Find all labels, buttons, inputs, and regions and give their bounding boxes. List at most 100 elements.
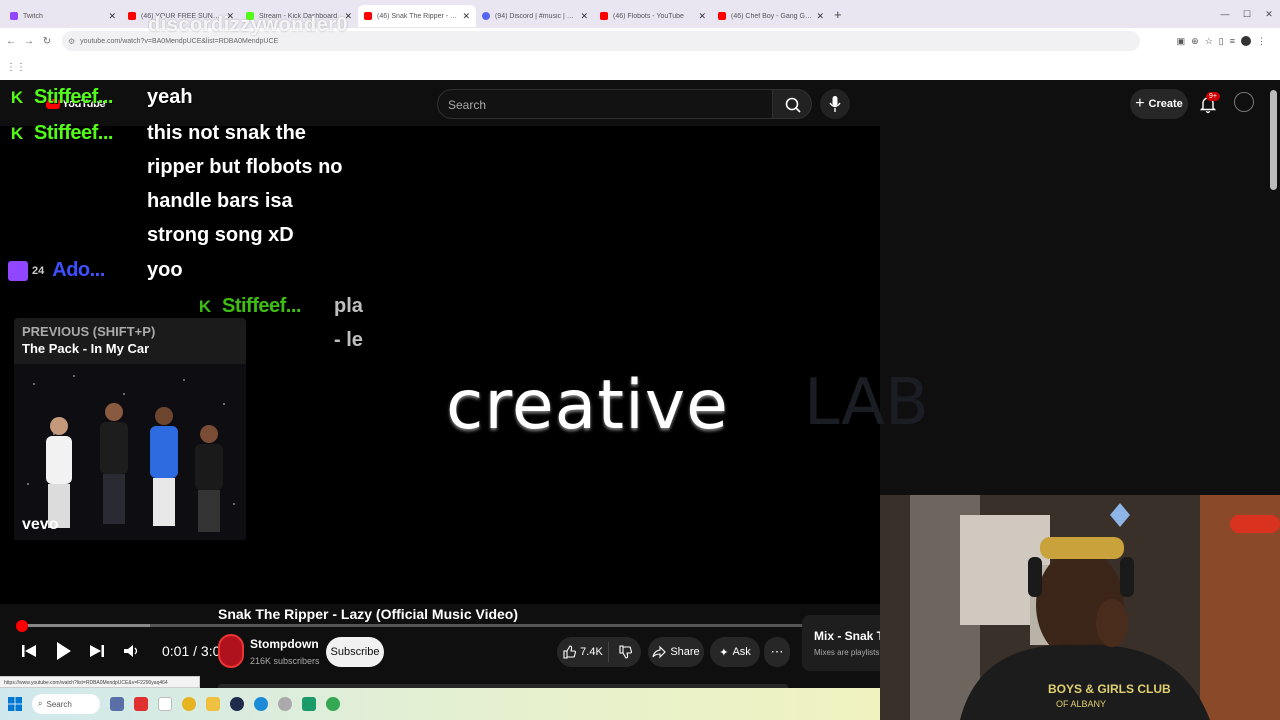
- thumbs-down-icon: [619, 645, 632, 659]
- taskbar: ⌕ Search: [0, 688, 880, 720]
- more-actions-button[interactable]: ⋯: [764, 637, 790, 667]
- chat-username: Stiffeef...: [34, 86, 113, 108]
- taskbar-app-icon[interactable]: [302, 697, 316, 711]
- search-button[interactable]: [772, 89, 812, 119]
- kick-icon: K: [10, 123, 24, 143]
- close-tab-icon[interactable]: ✕: [462, 11, 470, 22]
- file-explorer-icon[interactable]: [206, 697, 220, 711]
- sparkle-icon: ✦: [719, 646, 729, 659]
- window-controls: — ☐ ✕: [1214, 0, 1280, 28]
- share-icon: [652, 645, 667, 659]
- dislike-button[interactable]: [609, 645, 641, 659]
- search-input[interactable]: Search: [437, 89, 773, 119]
- bookmark-star-icon[interactable]: ☆: [1205, 36, 1213, 47]
- chrome-icon[interactable]: [326, 697, 340, 711]
- apps-grid-icon[interactable]: ⋮⋮: [6, 62, 26, 73]
- menu-icon[interactable]: ⋮: [1257, 36, 1266, 47]
- taskbar-app-icon[interactable]: [134, 697, 148, 711]
- twitch-tab-icon: [10, 12, 18, 20]
- group-photo-image: [27, 375, 235, 532]
- svg-text:OF ALBANY: OF ALBANY: [1056, 699, 1106, 709]
- chrome-icon[interactable]: [182, 697, 196, 711]
- address-bar-actions: ▣ ⊕ ☆ ▯ ≡ ⋮: [1177, 28, 1266, 54]
- taskbar-app-icon[interactable]: [110, 697, 124, 711]
- chat-text: pla: [334, 295, 363, 317]
- ask-button[interactable]: ✦ Ask: [710, 637, 760, 667]
- channel-avatar[interactable]: [218, 634, 244, 668]
- forward-icon[interactable]: →: [20, 36, 38, 47]
- discord-tab-icon: [482, 12, 490, 20]
- back-icon[interactable]: ←: [2, 36, 20, 47]
- new-tab-icon[interactable]: +: [834, 7, 842, 22]
- next-track-icon[interactable]: [88, 642, 106, 660]
- close-tab-icon[interactable]: ✕: [698, 11, 706, 22]
- page-scrollbar[interactable]: [1270, 90, 1277, 190]
- create-label: Create: [1148, 98, 1183, 110]
- stream-overlay-watermark: discordizzywonder0: [148, 14, 349, 36]
- extensions-icon[interactable]: ≡: [1230, 36, 1235, 46]
- volume-icon[interactable]: [122, 642, 140, 660]
- close-tab-icon[interactable]: ✕: [108, 11, 116, 22]
- taskbar-app-icon[interactable]: [278, 697, 292, 711]
- steam-icon[interactable]: [230, 697, 244, 711]
- webcam-feed: BOYS & GIRLS CLUB OF ALBANY: [880, 495, 1280, 720]
- channel-name[interactable]: Stompdown: [250, 637, 319, 651]
- mix-playlist-card[interactable]: Mix - Snak T Mixes are playlists Y: [802, 615, 880, 671]
- zoom-icon[interactable]: ⊕: [1191, 36, 1199, 47]
- previous-video-thumbnail[interactable]: vevo: [14, 364, 246, 540]
- sidepanel-icon[interactable]: ▯: [1219, 36, 1224, 47]
- site-info-icon[interactable]: ⚙: [68, 37, 75, 46]
- close-window-icon[interactable]: ✕: [1258, 9, 1280, 20]
- previous-video-card[interactable]: PREVIOUS (SHIFT+P) The Pack - In My Car: [14, 318, 246, 366]
- tab-label: (94) Discord | #music | 15th: [495, 12, 577, 20]
- progress-bar[interactable]: [20, 624, 878, 627]
- share-label: Share: [670, 646, 700, 658]
- cast-icon[interactable]: ▣: [1177, 36, 1186, 47]
- player-controls: 0:01 / 3:05: [20, 635, 228, 667]
- kick-icon: K: [198, 296, 212, 316]
- play-icon[interactable]: [54, 640, 72, 662]
- chat-username: Stiffeef...: [222, 295, 301, 317]
- tab-chef-boy[interactable]: (46) Chef Boy - Gang Gang (Of✕: [712, 5, 830, 27]
- taskbar-search-label: Search: [46, 699, 72, 709]
- search-icon: [785, 97, 801, 113]
- like-count: 7.4K: [580, 646, 603, 658]
- tab-discord[interactable]: (94) Discord | #music | 15th ✕: [476, 5, 594, 27]
- subscribe-button[interactable]: Subscribe: [326, 637, 384, 667]
- profile-avatar[interactable]: [1241, 36, 1251, 46]
- tab-flobots[interactable]: (46) Flobots - YouTube ✕: [594, 5, 712, 27]
- voice-search-button[interactable]: [820, 89, 850, 119]
- close-tab-icon[interactable]: ✕: [816, 11, 824, 22]
- mix-subtitle: Mixes are playlists Y: [814, 648, 880, 657]
- search-icon: ⌕: [38, 699, 43, 708]
- share-button[interactable]: Share: [648, 637, 704, 667]
- chat-message: K Stiffeef...: [8, 86, 130, 109]
- reload-icon[interactable]: ↻: [38, 36, 56, 47]
- buffer-bar: [20, 624, 150, 627]
- edge-icon[interactable]: [254, 697, 268, 711]
- twitch-icon: [8, 260, 28, 281]
- taskbar-search[interactable]: ⌕ Search: [32, 694, 100, 714]
- bookmarks-bar: ⋮⋮: [0, 54, 1280, 80]
- tab-snak-the-ripper[interactable]: (46) Snak The Ripper - Lazy (Of ✕: [358, 5, 476, 27]
- like-button[interactable]: 7.4K: [557, 642, 609, 662]
- vevo-logo: vevo: [22, 516, 59, 533]
- chat-text: yoo: [147, 259, 183, 281]
- create-button[interactable]: + Create: [1130, 89, 1188, 119]
- video-frame-text: creative: [446, 366, 729, 445]
- thumbs-up-icon: [563, 645, 577, 659]
- screen: Twitch✕ (46) YOUR FREE SUNDAY FUN✕ Strea…: [0, 0, 1280, 720]
- account-avatar[interactable]: [1234, 92, 1254, 112]
- tab-twitch[interactable]: Twitch ✕: [4, 5, 122, 27]
- scrubber-handle[interactable]: [16, 620, 28, 632]
- tab-label: (46) Flobots - YouTube: [613, 12, 684, 20]
- previous-track-icon[interactable]: [20, 642, 38, 660]
- windows-start-icon[interactable]: [8, 697, 22, 711]
- close-tab-icon[interactable]: ✕: [580, 11, 588, 22]
- maximize-icon[interactable]: ☐: [1236, 9, 1258, 20]
- chat-message: K Stiffeef...: [196, 295, 318, 318]
- minimize-icon[interactable]: —: [1214, 9, 1236, 19]
- google-icon[interactable]: [158, 697, 172, 711]
- url-text: youtube.com/watch?v=BA0MendpUCE&list=RDB…: [80, 37, 279, 45]
- mix-title: Mix - Snak T: [814, 629, 880, 643]
